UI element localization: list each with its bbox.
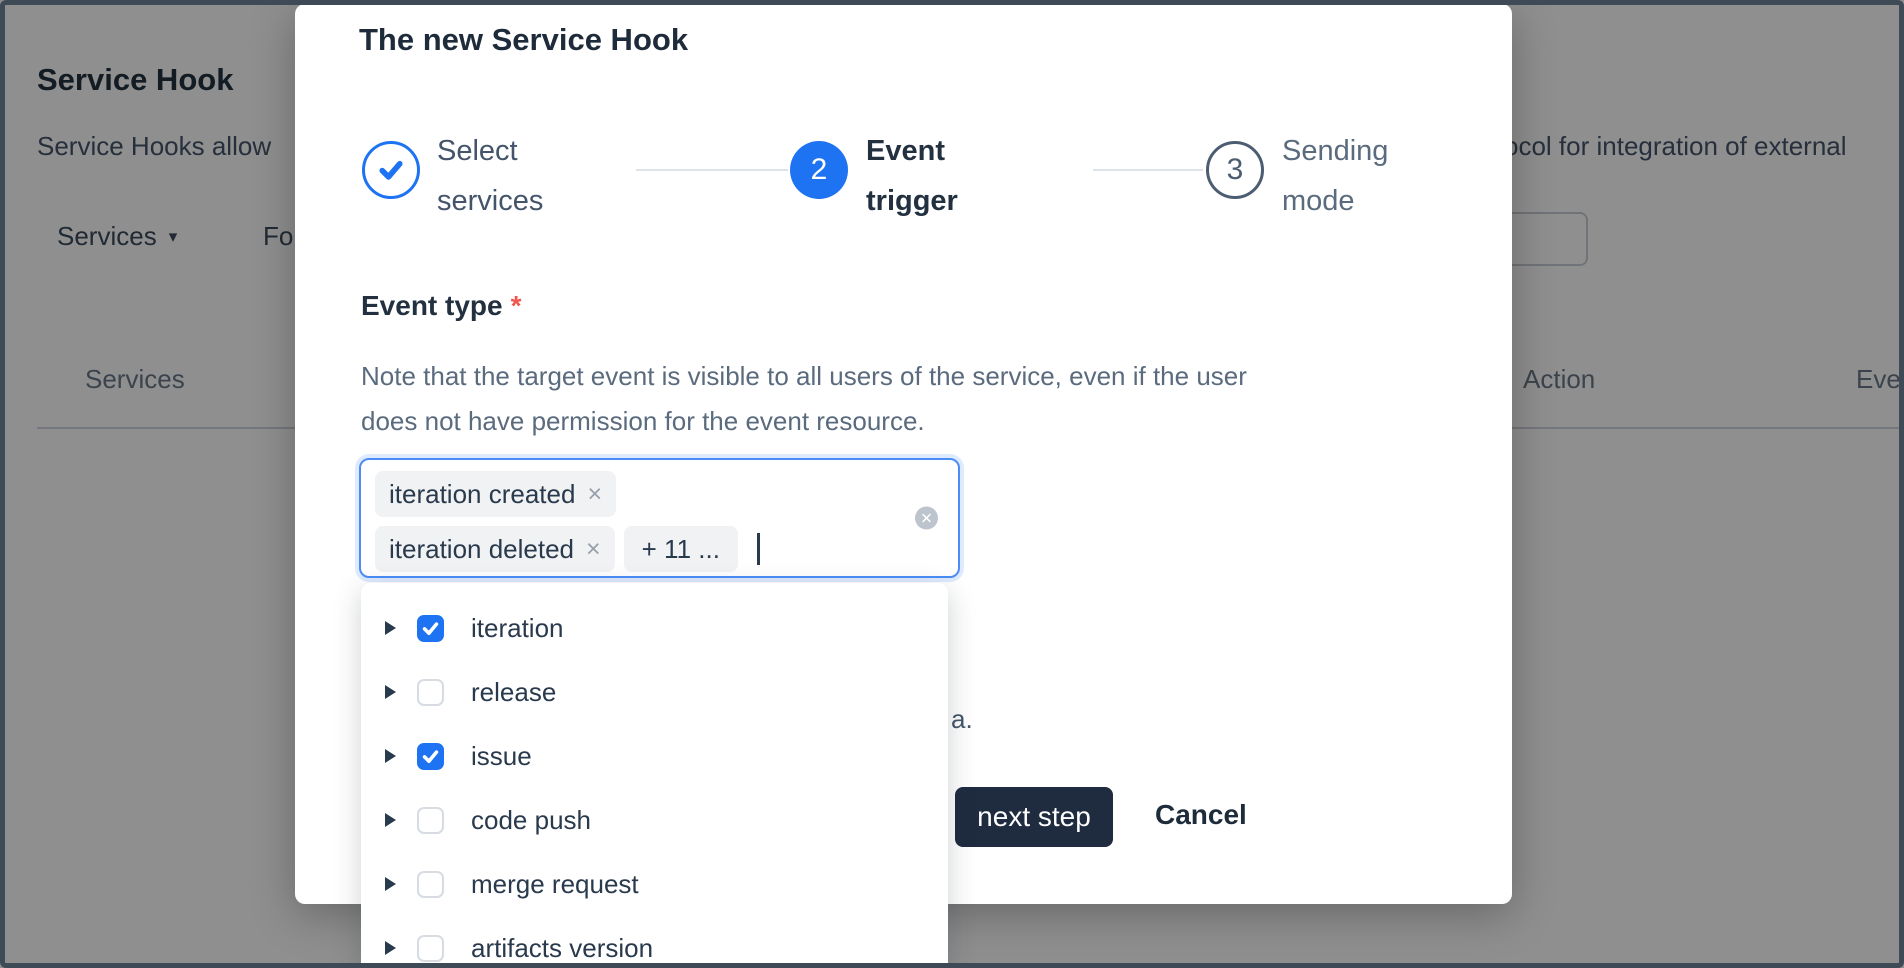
step-1-label: Select services [437,126,543,226]
step-connector-2 [1093,169,1203,171]
checkbox-code-push[interactable] [417,807,444,834]
expand-caret-icon[interactable] [385,813,396,827]
next-step-button[interactable]: next step [955,787,1113,847]
dropdown-item-artifacts-version[interactable]: artifacts version [361,916,948,968]
checkbox-issue[interactable] [417,743,444,770]
check-icon [376,155,406,185]
step-3-label: Sending mode [1282,126,1388,226]
event-type-label: Event type* [361,290,522,322]
more-tags-badge[interactable]: + 11 ... [624,526,738,572]
expand-caret-icon[interactable] [385,621,396,635]
clear-selection-icon[interactable]: ✕ [915,507,938,530]
check-icon [421,747,440,766]
dropdown-item-merge-request[interactable]: merge request [361,852,948,916]
step-1-circle[interactable] [362,141,420,199]
checkbox-artifacts-version[interactable] [417,935,444,962]
remove-tag-icon[interactable]: × [586,530,601,568]
step-connector-1 [636,169,788,171]
dropdown-item-code-push[interactable]: code push [361,788,948,852]
step-2-number: 2 [811,153,828,187]
step-2-circle[interactable]: 2 [790,141,848,199]
checkbox-merge-request[interactable] [417,871,444,898]
checkbox-iteration[interactable] [417,615,444,642]
text-cursor [757,533,760,565]
cancel-button[interactable]: Cancel [1155,799,1247,831]
obscured-text-fragment: a. [951,704,973,735]
tag-row-2: iteration deleted × + 11 ... [375,526,944,572]
dropdown-item-iteration[interactable]: iteration [361,596,948,660]
step-2-label: Event trigger [866,126,958,226]
checkbox-release[interactable] [417,679,444,706]
event-type-dropdown: iteration release issue code push [361,583,948,968]
expand-caret-icon[interactable] [385,941,396,955]
expand-caret-icon[interactable] [385,877,396,891]
expand-caret-icon[interactable] [385,749,396,763]
expand-caret-icon[interactable] [385,685,396,699]
modal-title: The new Service Hook [359,22,688,58]
dropdown-item-release[interactable]: release [361,660,948,724]
step-3-circle[interactable]: 3 [1206,141,1264,199]
remove-tag-icon[interactable]: × [587,475,602,513]
tag-iteration-deleted[interactable]: iteration deleted × [375,526,615,572]
tag-iteration-created[interactable]: iteration created × [375,471,616,517]
step-3-number: 3 [1227,153,1244,187]
screen-frame: Service Hook Service Hooks allow ocol fo… [0,0,1904,968]
required-asterisk: * [511,290,522,321]
event-type-note: Note that the target event is visible to… [361,354,1247,444]
check-icon [421,619,440,638]
dropdown-item-issue[interactable]: issue [361,724,948,788]
event-type-multiselect[interactable]: iteration created × iteration deleted × … [359,458,960,578]
tag-row-1: iteration created × [375,471,944,517]
